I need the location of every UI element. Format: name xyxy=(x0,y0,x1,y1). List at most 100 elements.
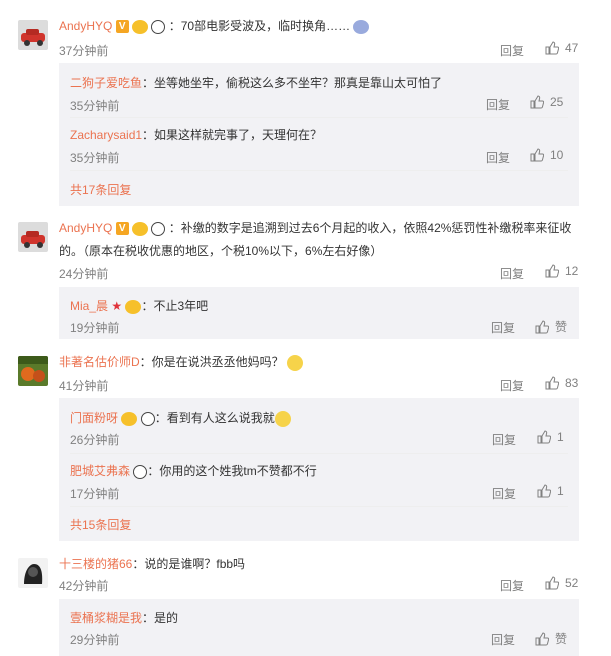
like-button[interactable]: 10 xyxy=(530,148,563,162)
reply-line: Mia_晨 ★ ：不止3年吧 xyxy=(70,297,208,314)
like-count: 1 xyxy=(557,430,564,444)
v-badge-icon: V xyxy=(115,20,129,34)
emoji-icon xyxy=(353,19,370,34)
reply-text: ：你用的这个姓我tm不赞都不行 xyxy=(147,464,317,478)
thumbs-up-icon xyxy=(535,319,549,334)
reply-author[interactable]: 二狗子爱吃鱼 xyxy=(70,76,142,90)
more-replies-link[interactable]: 共17条回复 xyxy=(70,181,131,198)
comment-text: ：70部电影受波及，临时换角…… xyxy=(168,19,351,33)
reply-button[interactable]: 回复 xyxy=(500,377,524,394)
panda-icon xyxy=(151,19,166,34)
divider xyxy=(70,453,568,454)
reply-text: ：不止3年吧 xyxy=(141,299,209,313)
reply-line: 二狗子爱吃鱼：坐等她坐牢，偷税这么多不坐牢？那真是靠山太可怕了 xyxy=(70,74,442,91)
like-count: 47 xyxy=(565,41,579,55)
comment-author[interactable]: 十三楼的猪66 xyxy=(59,557,132,571)
like-count: 12 xyxy=(565,264,579,278)
thumbs-up-icon xyxy=(535,631,549,646)
reply-button[interactable]: 回复 xyxy=(491,631,515,648)
reply-text: ：看到有人这么说我就 xyxy=(154,411,275,425)
reply-button[interactable]: 回复 xyxy=(500,265,524,282)
emoji-icon xyxy=(274,410,291,427)
avatar[interactable] xyxy=(18,20,48,50)
emoji-icon xyxy=(287,354,304,371)
reply-button[interactable]: 回复 xyxy=(492,431,516,448)
comment-time: 41分钟前 xyxy=(59,379,109,393)
divider xyxy=(70,117,568,118)
panda-icon xyxy=(133,464,148,479)
reply-time: 17分钟前 xyxy=(70,487,120,501)
like-button[interactable]: 1 xyxy=(537,430,564,444)
reply-author[interactable]: Mia_晨 xyxy=(70,299,108,313)
comment-author[interactable]: AndyHYQ xyxy=(59,19,112,33)
comment-text: ：说的是谁啊？fbb吗 xyxy=(132,557,246,571)
reply-text: ：坐等她坐牢，偷税这么多不坐牢？那真是靠山太可怕了 xyxy=(142,76,443,90)
like-button[interactable]: 47 xyxy=(545,41,578,55)
avatar[interactable] xyxy=(18,356,48,386)
avatar[interactable] xyxy=(18,558,48,588)
comment-line: AndyHYQ V ：补缴的数字是追溯到过去6个月起的收入，依照42%惩罚性补缴… xyxy=(59,219,571,236)
reply-time: 29分钟前 xyxy=(70,633,120,647)
thumbs-up-icon xyxy=(537,430,551,444)
comment-author[interactable]: 非著名估价师D xyxy=(59,355,140,369)
thumbs-up-icon xyxy=(545,376,559,390)
like-count: 25 xyxy=(550,95,564,109)
comment-time: 37分钟前 xyxy=(59,44,109,58)
reply-line: 肥城艾弗森 ：你用的这个姓我tm不赞都不行 xyxy=(70,462,317,479)
like-button[interactable]: 赞 xyxy=(535,630,567,647)
avatar[interactable] xyxy=(18,222,48,252)
reply-author[interactable]: 肥城艾弗森 xyxy=(70,464,130,478)
like-button[interactable]: 52 xyxy=(545,576,578,590)
emoji-icon xyxy=(121,411,138,426)
like-button[interactable]: 1 xyxy=(537,484,564,498)
reply-button[interactable]: 回复 xyxy=(486,149,510,166)
more-replies-link[interactable]: 共15条回复 xyxy=(70,516,131,533)
like-label: 赞 xyxy=(555,632,568,646)
reply-text: ：是的 xyxy=(142,611,179,625)
reply-button[interactable]: 回复 xyxy=(500,42,524,59)
reply-text: ：如果这样就完事了，天理何在？ xyxy=(142,128,323,142)
thumbs-up-icon xyxy=(537,484,551,498)
like-count: 1 xyxy=(557,484,564,498)
divider xyxy=(70,506,568,507)
like-count: 10 xyxy=(550,148,564,162)
thumbs-up-icon xyxy=(530,95,544,109)
comment-author[interactable]: AndyHYQ xyxy=(59,221,112,235)
like-button[interactable]: 赞 xyxy=(535,318,567,335)
emoji-icon xyxy=(125,299,142,314)
reply-time: 35分钟前 xyxy=(70,151,120,165)
reply-author[interactable]: 门面粉呀 xyxy=(70,411,118,425)
reply-line: Zacharysaid1：如果这样就完事了，天理何在？ xyxy=(70,126,322,143)
reply-button[interactable]: 回复 xyxy=(500,577,524,594)
emoji-icon xyxy=(132,221,149,236)
like-label: 赞 xyxy=(555,320,568,334)
comment-text: 的。（原本在税收优惠的地区，个税10%以下，6%左右好像） xyxy=(59,244,383,258)
like-button[interactable]: 83 xyxy=(545,376,578,390)
like-count: 52 xyxy=(565,576,579,590)
comment-line: 十三楼的猪66：说的是谁啊？fbb吗 xyxy=(59,555,245,572)
thumbs-up-icon xyxy=(530,148,544,162)
reply-time: 19分钟前 xyxy=(70,321,120,335)
v-badge-icon: V xyxy=(115,222,129,236)
reply-button[interactable]: 回复 xyxy=(491,319,515,336)
thumbs-up-icon xyxy=(545,576,559,590)
comment-text: ：你是在说洪丞丞他妈吗？ xyxy=(139,355,284,369)
like-count: 83 xyxy=(565,376,579,390)
like-button[interactable]: 12 xyxy=(545,264,578,278)
panda-icon xyxy=(151,221,166,236)
comment-line: 非著名估价师D：你是在说洪丞丞他妈吗？ xyxy=(59,353,304,371)
reply-button[interactable]: 回复 xyxy=(492,485,516,502)
thumbs-up-icon xyxy=(545,264,559,278)
reply-line: 门面粉呀 ：看到有人这么说我就 xyxy=(70,409,291,427)
like-button[interactable]: 25 xyxy=(530,95,563,109)
comment-line: AndyHYQ V ：70部电影受波及，临时换角…… xyxy=(59,17,370,34)
reply-author[interactable]: 壹桶浆糊是我 xyxy=(70,611,142,625)
comment-time: 42分钟前 xyxy=(59,579,109,593)
reply-author[interactable]: Zacharysaid1 xyxy=(70,128,142,142)
comment-text: ：补缴的数字是追溯到过去6个月起的收入，依照42%惩罚性补缴税率来征收 xyxy=(168,221,572,235)
divider xyxy=(70,170,568,171)
reply-time: 26分钟前 xyxy=(70,433,120,447)
comment-time: 24分钟前 xyxy=(59,267,109,281)
reply-button[interactable]: 回复 xyxy=(486,96,510,113)
star-icon: ★ xyxy=(111,299,123,313)
